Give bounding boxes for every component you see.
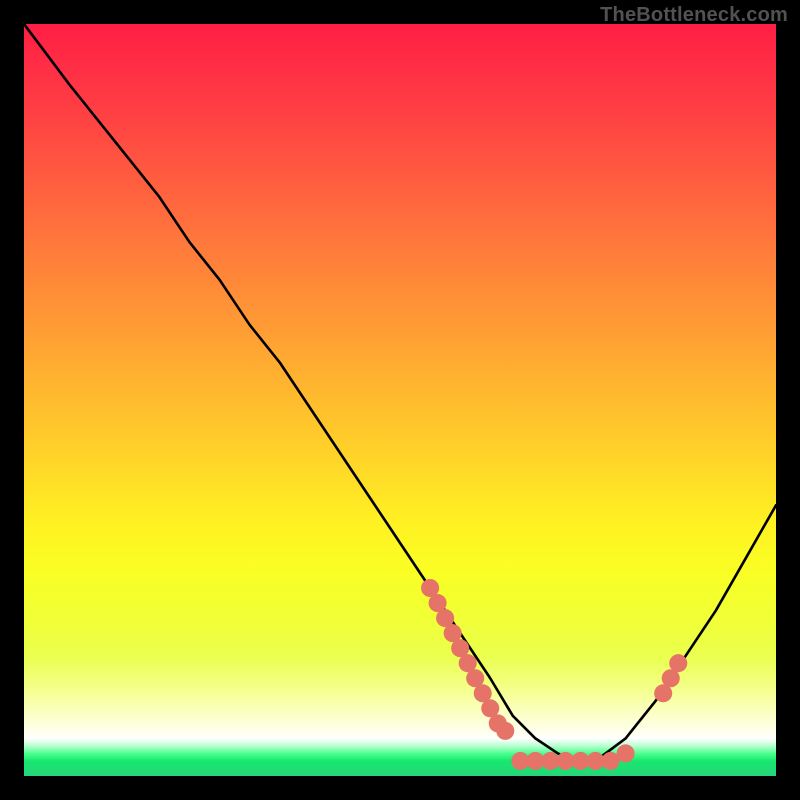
bottleneck-curve — [24, 24, 776, 761]
highlighted-points — [421, 579, 687, 770]
chart-frame: TheBottleneck.com — [0, 0, 800, 800]
watermark-text: TheBottleneck.com — [600, 4, 788, 27]
chart-svg — [24, 24, 776, 776]
marker-point — [496, 722, 514, 740]
plot-area — [24, 24, 776, 776]
marker-point — [617, 744, 635, 762]
marker-point — [669, 654, 687, 672]
